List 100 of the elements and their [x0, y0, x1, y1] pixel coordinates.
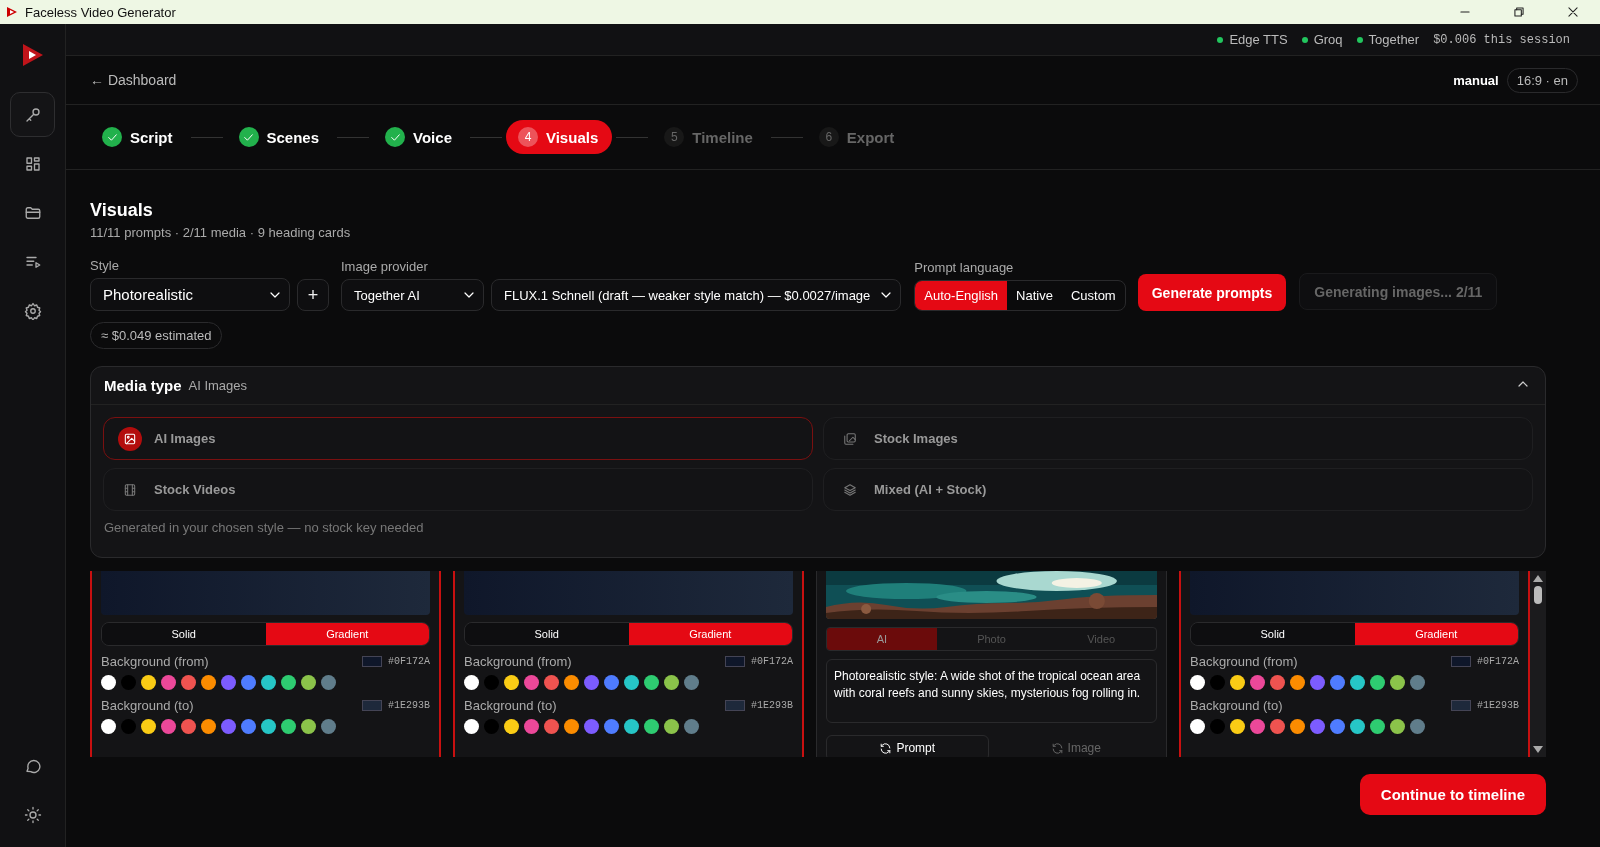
color-swatch[interactable] [1290, 719, 1305, 734]
color-swatch[interactable] [301, 675, 316, 690]
step-tab[interactable]: Scenes [226, 120, 334, 154]
color-swatch[interactable] [141, 719, 156, 734]
color-swatch[interactable] [584, 675, 599, 690]
color-swatch[interactable] [684, 719, 699, 734]
media-option[interactable]: Mixed (AI + Stock) [823, 468, 1533, 511]
language-option[interactable]: Native [1007, 281, 1062, 310]
source-tab[interactable]: AI [827, 628, 937, 650]
color-swatch[interactable] [544, 719, 559, 734]
color-swatch[interactable] [464, 675, 479, 690]
color-swatch[interactable] [624, 675, 639, 690]
color-chip[interactable] [1451, 656, 1471, 667]
color-swatch[interactable] [524, 675, 539, 690]
color-swatch[interactable] [504, 675, 519, 690]
color-swatch[interactable] [524, 719, 539, 734]
color-swatch[interactable] [101, 719, 116, 734]
color-swatch[interactable] [1410, 675, 1425, 690]
step-tab[interactable]: 5 Timeline [652, 120, 767, 154]
color-swatch[interactable] [181, 675, 196, 690]
color-swatch[interactable] [624, 719, 639, 734]
color-swatch[interactable] [1310, 675, 1325, 690]
color-swatch[interactable] [1250, 675, 1265, 690]
fill-mode-tab[interactable]: Solid [1191, 623, 1355, 645]
color-swatch[interactable] [1350, 675, 1365, 690]
regenerate-button[interactable]: Prompt [826, 735, 989, 757]
step-tab[interactable]: Script [90, 120, 187, 154]
color-swatch[interactable] [644, 719, 659, 734]
language-option[interactable]: Auto-English [915, 281, 1008, 310]
color-swatch[interactable] [604, 719, 619, 734]
provider-select[interactable]: Together AI [341, 279, 484, 311]
color-swatch[interactable] [1370, 719, 1385, 734]
color-swatch[interactable] [261, 719, 276, 734]
fill-mode-tab[interactable]: Solid [465, 623, 629, 645]
color-chip[interactable] [362, 656, 382, 667]
color-swatch[interactable] [281, 719, 296, 734]
color-swatch[interactable] [321, 675, 336, 690]
step-tab[interactable]: 6 Export [806, 120, 909, 154]
color-swatch[interactable] [141, 675, 156, 690]
color-chip[interactable] [725, 700, 745, 711]
color-swatch[interactable] [241, 719, 256, 734]
add-style-button[interactable]: + [297, 279, 329, 311]
scrollbar[interactable] [1530, 571, 1546, 757]
color-swatch[interactable] [101, 675, 116, 690]
fill-mode-tab[interactable]: Gradient [628, 623, 792, 645]
color-swatch[interactable] [1330, 719, 1345, 734]
color-swatch[interactable] [321, 719, 336, 734]
color-swatch[interactable] [584, 719, 599, 734]
back-link[interactable]: ← Dashboard [90, 72, 177, 88]
color-swatch[interactable] [1290, 675, 1305, 690]
color-swatch[interactable] [1190, 719, 1205, 734]
step-tab[interactable]: Voice [373, 120, 466, 154]
color-swatch[interactable] [1350, 719, 1365, 734]
model-select[interactable]: FLUX.1 Schnell (draft — weaker style match) — $0.0027/image [491, 279, 902, 311]
color-swatch[interactable] [201, 675, 216, 690]
fill-mode-tab[interactable]: Solid [102, 623, 266, 645]
color-swatch[interactable] [181, 719, 196, 734]
prompt-field[interactable]: Photorealistic style: A wide shot of the tropical ocean area with coral reefs and sunny skies, mysterious fog rolling in. [826, 659, 1157, 723]
color-swatch[interactable] [684, 675, 699, 690]
color-swatch[interactable] [221, 675, 236, 690]
color-swatch[interactable] [261, 675, 276, 690]
step-tab[interactable]: 4 Visuals [505, 120, 613, 154]
color-swatch[interactable] [1330, 675, 1345, 690]
color-swatch[interactable] [664, 675, 679, 690]
media-option[interactable]: Stock Videos [103, 468, 813, 511]
color-swatch[interactable] [644, 675, 659, 690]
color-swatch[interactable] [604, 675, 619, 690]
color-swatch[interactable] [1250, 719, 1265, 734]
color-swatch[interactable] [544, 675, 559, 690]
color-swatch[interactable] [1370, 675, 1385, 690]
color-swatch[interactable] [1230, 675, 1245, 690]
color-swatch[interactable] [161, 675, 176, 690]
color-swatch[interactable] [504, 719, 519, 734]
style-select[interactable]: Photorealistic [90, 278, 290, 311]
color-swatch[interactable] [221, 719, 236, 734]
color-swatch[interactable] [1390, 719, 1405, 734]
media-option[interactable]: Stock Images [823, 417, 1533, 460]
color-chip[interactable] [725, 656, 745, 667]
continue-button[interactable]: Continue to timeline [1359, 774, 1546, 815]
color-swatch[interactable] [201, 719, 216, 734]
fill-mode-tab[interactable]: Gradient [265, 623, 429, 645]
app-logo-icon[interactable] [20, 42, 45, 68]
media-type-header[interactable]: Media type AI Images [91, 367, 1545, 405]
language-option[interactable]: Custom [1061, 281, 1125, 310]
color-swatch[interactable] [664, 719, 679, 734]
color-swatch[interactable] [281, 675, 296, 690]
color-chip[interactable] [362, 700, 382, 711]
color-swatch[interactable] [564, 719, 579, 734]
color-swatch[interactable] [464, 719, 479, 734]
color-chip[interactable] [1451, 700, 1471, 711]
color-swatch[interactable] [1230, 719, 1245, 734]
generate-prompts-button[interactable]: Generate prompts [1137, 274, 1287, 311]
color-swatch[interactable] [1310, 719, 1325, 734]
media-option[interactable]: AI Images [103, 417, 813, 460]
color-swatch[interactable] [1390, 675, 1405, 690]
color-swatch[interactable] [301, 719, 316, 734]
color-swatch[interactable] [161, 719, 176, 734]
color-swatch[interactable] [1190, 675, 1205, 690]
color-swatch[interactable] [1410, 719, 1425, 734]
color-swatch[interactable] [241, 675, 256, 690]
